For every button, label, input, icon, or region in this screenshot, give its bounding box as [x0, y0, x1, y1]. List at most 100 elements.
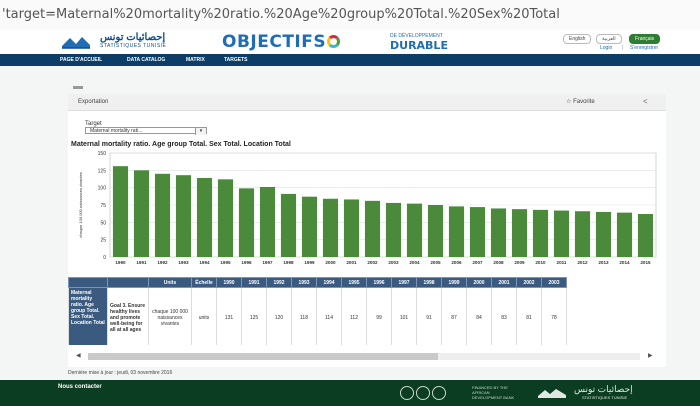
x-tick-label: 1998 — [283, 260, 294, 265]
partner-seals — [400, 386, 448, 405]
scroll-thumb[interactable] — [88, 353, 438, 360]
unit-cell: chaque 100 000 naissances vivantes — [148, 287, 192, 345]
x-tick-label: 1992 — [157, 260, 168, 265]
bar-2010[interactable] — [532, 209, 549, 257]
bar-2002[interactable] — [364, 200, 381, 257]
bar-2001[interactable] — [343, 199, 360, 257]
footer-logo-arabic: إحصائيات تونس — [574, 384, 633, 394]
content-card: Exportation ☆ Favorite < Target Maternal… — [68, 94, 666, 367]
objectifs-text: OBJECTIFS — [222, 32, 327, 52]
y-tick-label: 100 — [98, 186, 107, 192]
bar-2012[interactable] — [574, 211, 591, 257]
bar-1993[interactable] — [175, 175, 192, 257]
column-header: 1991 — [241, 277, 267, 288]
bar-1995[interactable] — [217, 179, 234, 257]
language-english[interactable]: English — [563, 34, 592, 44]
bar-2007[interactable] — [469, 207, 486, 257]
scroll-left-arrow-icon[interactable]: ◀ — [76, 352, 81, 361]
last-updated: Dernière mise à jour : jeudi, 03 novembr… — [68, 370, 173, 376]
bar-1991[interactable] — [133, 170, 150, 257]
bar-2004[interactable] — [406, 203, 423, 257]
bar-1992[interactable] — [154, 173, 171, 257]
nav-matrix[interactable]: MATRIX — [186, 54, 205, 66]
column-header: 1990 — [216, 277, 242, 288]
x-tick-label: 1990 — [115, 260, 126, 265]
site-header: إحصائيات تونس STATISTIQUES TUNISIE OBJEC… — [0, 30, 700, 54]
column-header: Units — [148, 277, 192, 288]
bar-2014[interactable] — [616, 212, 633, 257]
logo-french-text: STATISTIQUES TUNISIE — [100, 43, 167, 49]
column-header: 2001 — [491, 277, 517, 288]
bar-2008[interactable] — [490, 208, 507, 257]
x-tick-label: 2007 — [472, 260, 483, 265]
logo-arabic-text: إحصائيات تونس — [100, 32, 166, 43]
value-cell: 125 — [241, 287, 267, 345]
target-select[interactable]: Maternal mortality rati... ▾ — [85, 127, 207, 135]
column-header: 2003 — [541, 277, 567, 288]
scale-cell: units — [191, 287, 217, 345]
x-tick-label: 2003 — [388, 260, 399, 265]
bar-2006[interactable] — [448, 206, 465, 257]
x-tick-label: 2013 — [598, 260, 609, 265]
bar-2009[interactable] — [511, 209, 528, 257]
value-cell: 120 — [266, 287, 292, 345]
register-link[interactable]: S'enregistrer — [630, 45, 658, 51]
scroll-right-arrow-icon[interactable]: ▶ — [648, 352, 653, 361]
afdb-seal-icon — [400, 386, 414, 400]
objectifs-title: OBJECTIFS — [222, 32, 341, 52]
favorite-button[interactable]: ☆ Favorite — [566, 94, 595, 110]
chevron-down-icon: ▾ — [195, 128, 206, 135]
y-tick-label: 150 — [98, 151, 107, 157]
x-tick-label: 2004 — [409, 260, 420, 265]
bar-1994[interactable] — [196, 177, 213, 257]
star-icon: ☆ — [566, 99, 572, 105]
data-table-container: Units Échelle 1990 1991 1992 1993 1994 1995 1996… — [68, 277, 660, 345]
bar-2011[interactable] — [553, 210, 570, 257]
value-cell: 112 — [341, 287, 367, 345]
menu-icon[interactable] — [73, 86, 83, 89]
nav-data-catalog[interactable]: DATA CATALOG — [127, 54, 165, 66]
export-toolbar: Exportation ☆ Favorite < — [68, 94, 666, 111]
column-header: 1996 — [366, 277, 392, 288]
contact-link[interactable]: Nous contacter — [58, 384, 102, 390]
main-nav: PAGE D'ACCUEIL DATA CATALOG MATRIX TARGE… — [0, 54, 700, 66]
nav-home[interactable]: PAGE D'ACCUEIL — [60, 54, 102, 66]
afdb-seal-icon — [432, 386, 446, 400]
value-cell: 99 — [366, 287, 392, 345]
x-tick-label: 1994 — [199, 260, 210, 265]
column-header — [107, 277, 149, 288]
bar-2013[interactable] — [595, 211, 612, 257]
bar-chart: 0255075100125150 1990 1991 1992 1993 1994 199… — [78, 151, 657, 265]
nav-targets[interactable]: TARGETS — [224, 54, 248, 66]
x-tick-label: 2015 — [640, 260, 651, 265]
bar-1990[interactable] — [112, 166, 129, 257]
ins-logo-icon — [62, 37, 90, 49]
login-link[interactable]: Login — [600, 45, 612, 51]
language-french[interactable]: Français — [629, 34, 661, 44]
language-arabic[interactable]: العربية — [596, 34, 622, 44]
bar-1997[interactable] — [259, 186, 276, 257]
bar-2005[interactable] — [427, 205, 444, 257]
bar-1996[interactable] — [238, 188, 255, 257]
horizontal-scrollbar[interactable]: ◀ ▶ — [68, 352, 666, 361]
footer-ins-logo-icon — [538, 389, 566, 398]
bar-2015[interactable] — [637, 214, 654, 257]
durable-title: DURABLE — [390, 39, 448, 52]
bar-2003[interactable] — [385, 202, 402, 257]
export-button[interactable]: Exportation — [78, 94, 108, 110]
bar-1999[interactable] — [301, 196, 318, 257]
share-icon[interactable]: < — [643, 94, 648, 110]
x-tick-label: 1997 — [262, 260, 273, 265]
x-tick-label: 2014 — [619, 260, 630, 265]
y-tick-label: 0 — [103, 255, 106, 261]
login-separator: | — [622, 45, 624, 51]
table-header-row: Units Échelle 1990 1991 1992 1993 1994 1995 1996… — [68, 277, 567, 288]
partner-text: FINANCED BY THE AFRICAN DEVELOPMENT BANK — [472, 385, 515, 400]
bar-2000[interactable] — [322, 198, 339, 257]
bar-1998[interactable] — [280, 193, 297, 257]
y-axis-ticks: 0 25 50 75 100 125 150 — [98, 151, 107, 261]
site-footer: Nous contacter FINANCED BY THE AFRICAN D… — [0, 380, 700, 406]
column-header: 1992 — [266, 277, 292, 288]
statistiques-tunisie-logo[interactable]: إحصائيات تونس STATISTIQUES TUNISIE — [60, 32, 195, 52]
address-bar[interactable]: 'target=Maternal%20mortality%20ratio.%20… — [0, 0, 700, 30]
